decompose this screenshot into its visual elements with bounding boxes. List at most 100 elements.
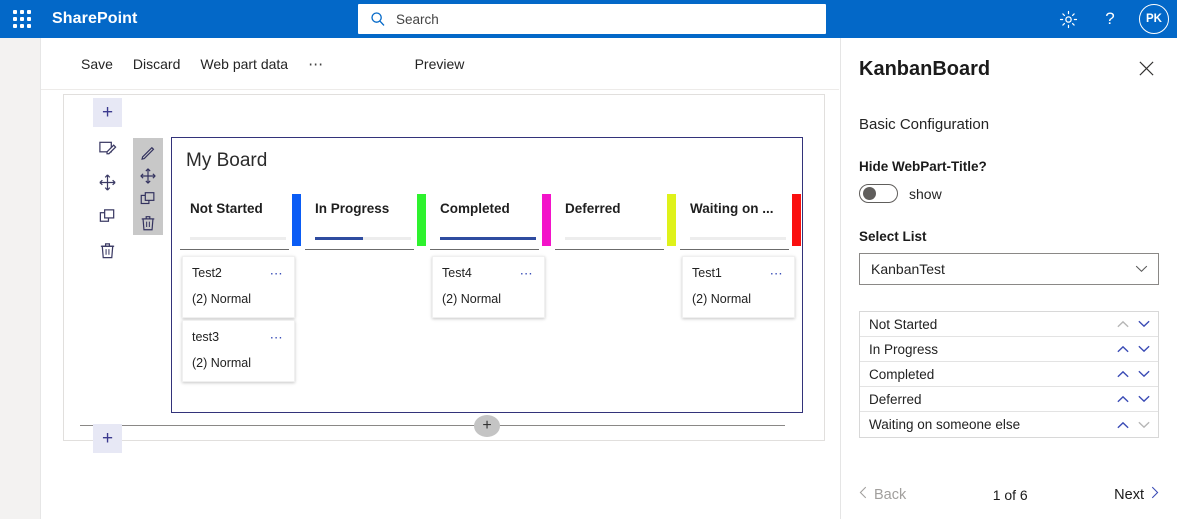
- brand-sharepoint[interactable]: SharePoint: [52, 10, 137, 28]
- move-icon[interactable]: [134, 164, 163, 188]
- move-up-icon[interactable]: [1117, 421, 1129, 429]
- kanban-card-priority: (2) Normal: [192, 356, 252, 370]
- kanban-column-body[interactable]: [551, 250, 676, 410]
- status-order-row: In Progress: [860, 337, 1158, 362]
- kanban-column-body[interactable]: Test4 ⋯ (2) Normal: [426, 250, 551, 410]
- kanban-column: Completed Test4 ⋯ (2) Normal: [426, 190, 551, 410]
- hide-webpart-title-toggle[interactable]: [859, 184, 898, 203]
- status-order-arrows: [1117, 345, 1150, 353]
- kanban-column-color-bar: [667, 194, 676, 246]
- board-title: My Board: [186, 150, 268, 171]
- save-button[interactable]: Save: [71, 50, 123, 78]
- kanban-column-body[interactable]: Test1 ⋯ (2) Normal: [676, 250, 801, 410]
- kanban-column-color-bar: [542, 194, 551, 246]
- kanban-columns: Not Started Test2 ⋯ (2) Normal test3 ⋯ (2) Nor…: [172, 190, 802, 410]
- chevron-left-icon: [859, 486, 867, 503]
- help-icon[interactable]: ?: [1091, 0, 1129, 38]
- kanban-card-header: Test2 ⋯: [192, 266, 286, 280]
- status-order-arrows: [1117, 370, 1150, 378]
- kanban-column-progress: [690, 237, 786, 240]
- kanban-column-color-bar: [417, 194, 426, 246]
- select-list-dropdown[interactable]: KanbanTest: [859, 253, 1159, 285]
- avatar[interactable]: PK: [1139, 4, 1169, 34]
- move-up-icon[interactable]: [1117, 345, 1129, 353]
- kanban-column-progress: [565, 237, 661, 240]
- kanban-column-header: Completed: [426, 190, 551, 250]
- kanban-card-menu-button[interactable]: ⋯: [514, 266, 536, 280]
- section-divider: [80, 425, 785, 426]
- kanban-column-rule: [555, 248, 664, 250]
- kanban-card-title: Test2: [192, 266, 222, 280]
- add-section-button[interactable]: +: [474, 415, 500, 437]
- status-order-label: Completed: [869, 366, 935, 382]
- hide-webpart-title-label: Hide WebPart-Title?: [859, 159, 987, 174]
- gear-icon[interactable]: [1049, 0, 1087, 38]
- kanban-card-menu-button[interactable]: ⋯: [764, 266, 786, 280]
- status-order-row: Waiting on someone else: [860, 412, 1158, 437]
- copy-icon[interactable]: [93, 202, 122, 231]
- move-down-icon[interactable]: [1138, 345, 1150, 353]
- kanban-card-menu-button[interactable]: ⋯: [264, 330, 286, 344]
- kanban-column-title: Completed: [440, 201, 510, 216]
- search-placeholder: Search: [396, 11, 439, 27]
- move-up-icon[interactable]: [1117, 370, 1129, 378]
- status-order-row: Deferred: [860, 387, 1158, 412]
- kanban-card-priority: (2) Normal: [192, 292, 252, 306]
- webpart-toolbar: [133, 138, 163, 235]
- copy-icon[interactable]: [134, 188, 163, 212]
- move-icon[interactable]: [93, 168, 122, 197]
- next-button[interactable]: Next: [1114, 486, 1159, 503]
- discard-button[interactable]: Discard: [123, 50, 190, 78]
- preview-button[interactable]: Preview: [405, 50, 475, 78]
- command-overflow-button[interactable]: ⋯: [298, 51, 335, 77]
- kanban-column-header: Waiting on ...: [676, 190, 801, 250]
- kanban-column-progress: [190, 237, 286, 240]
- search-icon: [368, 9, 388, 29]
- kanban-card-menu-button[interactable]: ⋯: [264, 266, 286, 280]
- back-label: Back: [874, 486, 907, 503]
- search-box[interactable]: Search: [358, 4, 826, 34]
- move-down-icon[interactable]: [1138, 320, 1150, 328]
- close-icon[interactable]: [1134, 58, 1159, 84]
- edit-page-icon[interactable]: [93, 134, 122, 163]
- delete-icon[interactable]: [93, 236, 122, 265]
- kanban-column-rule: [680, 248, 789, 250]
- kanban-column-header: In Progress: [301, 190, 426, 250]
- status-order-row: Completed: [860, 362, 1158, 387]
- kanban-card-header: Test1 ⋯: [692, 266, 786, 280]
- basic-configuration-heading: Basic Configuration: [859, 116, 990, 133]
- kanban-column-body[interactable]: Test2 ⋯ (2) Normal test3 ⋯ (2) Normal: [176, 250, 301, 410]
- property-pane: KanbanBoard Basic Configuration Hide Web…: [840, 38, 1177, 519]
- move-down-icon[interactable]: [1138, 370, 1150, 378]
- move-up-icon[interactable]: [1117, 395, 1129, 403]
- kanban-column-title: Not Started: [190, 201, 263, 216]
- move-down-icon[interactable]: [1138, 395, 1150, 403]
- toggle-knob: [862, 187, 876, 200]
- kanban-webpart: My Board Not Started Test2 ⋯ (2) Normal test…: [171, 137, 803, 413]
- kanban-card[interactable]: Test4 ⋯ (2) Normal: [432, 256, 545, 318]
- back-button[interactable]: Back: [859, 486, 906, 503]
- kanban-card[interactable]: Test1 ⋯ (2) Normal: [682, 256, 795, 318]
- chevron-right-icon: [1151, 486, 1159, 503]
- kanban-column: In Progress: [301, 190, 426, 410]
- kanban-column: Not Started Test2 ⋯ (2) Normal test3 ⋯ (2) Nor…: [176, 190, 301, 410]
- kanban-card[interactable]: Test2 ⋯ (2) Normal: [182, 256, 295, 318]
- kanban-card[interactable]: test3 ⋯ (2) Normal: [182, 320, 295, 382]
- select-list-value: KanbanTest: [871, 261, 945, 277]
- status-order-arrows: [1117, 421, 1150, 429]
- status-order-row: Not Started: [860, 312, 1158, 337]
- select-list-label: Select List: [859, 229, 927, 244]
- kanban-column-body[interactable]: [301, 250, 426, 410]
- kanban-column: Waiting on ... Test1 ⋯ (2) Normal: [676, 190, 801, 410]
- add-section-button-left[interactable]: +: [93, 424, 122, 453]
- edit-icon[interactable]: [134, 140, 163, 164]
- delete-icon[interactable]: [134, 211, 163, 235]
- command-bar: Save Discard Web part data ⋯ Preview: [41, 38, 839, 89]
- kanban-column-header: Not Started: [176, 190, 301, 250]
- app-launcher-icon[interactable]: [0, 0, 44, 38]
- property-pane-nav: Back 1 of 6 Next: [859, 486, 1159, 503]
- kanban-card-header: test3 ⋯: [192, 330, 286, 344]
- add-webpart-button[interactable]: +: [93, 98, 122, 127]
- page-counter: 1 of 6: [992, 486, 1028, 503]
- web-part-data-button[interactable]: Web part data: [190, 50, 298, 78]
